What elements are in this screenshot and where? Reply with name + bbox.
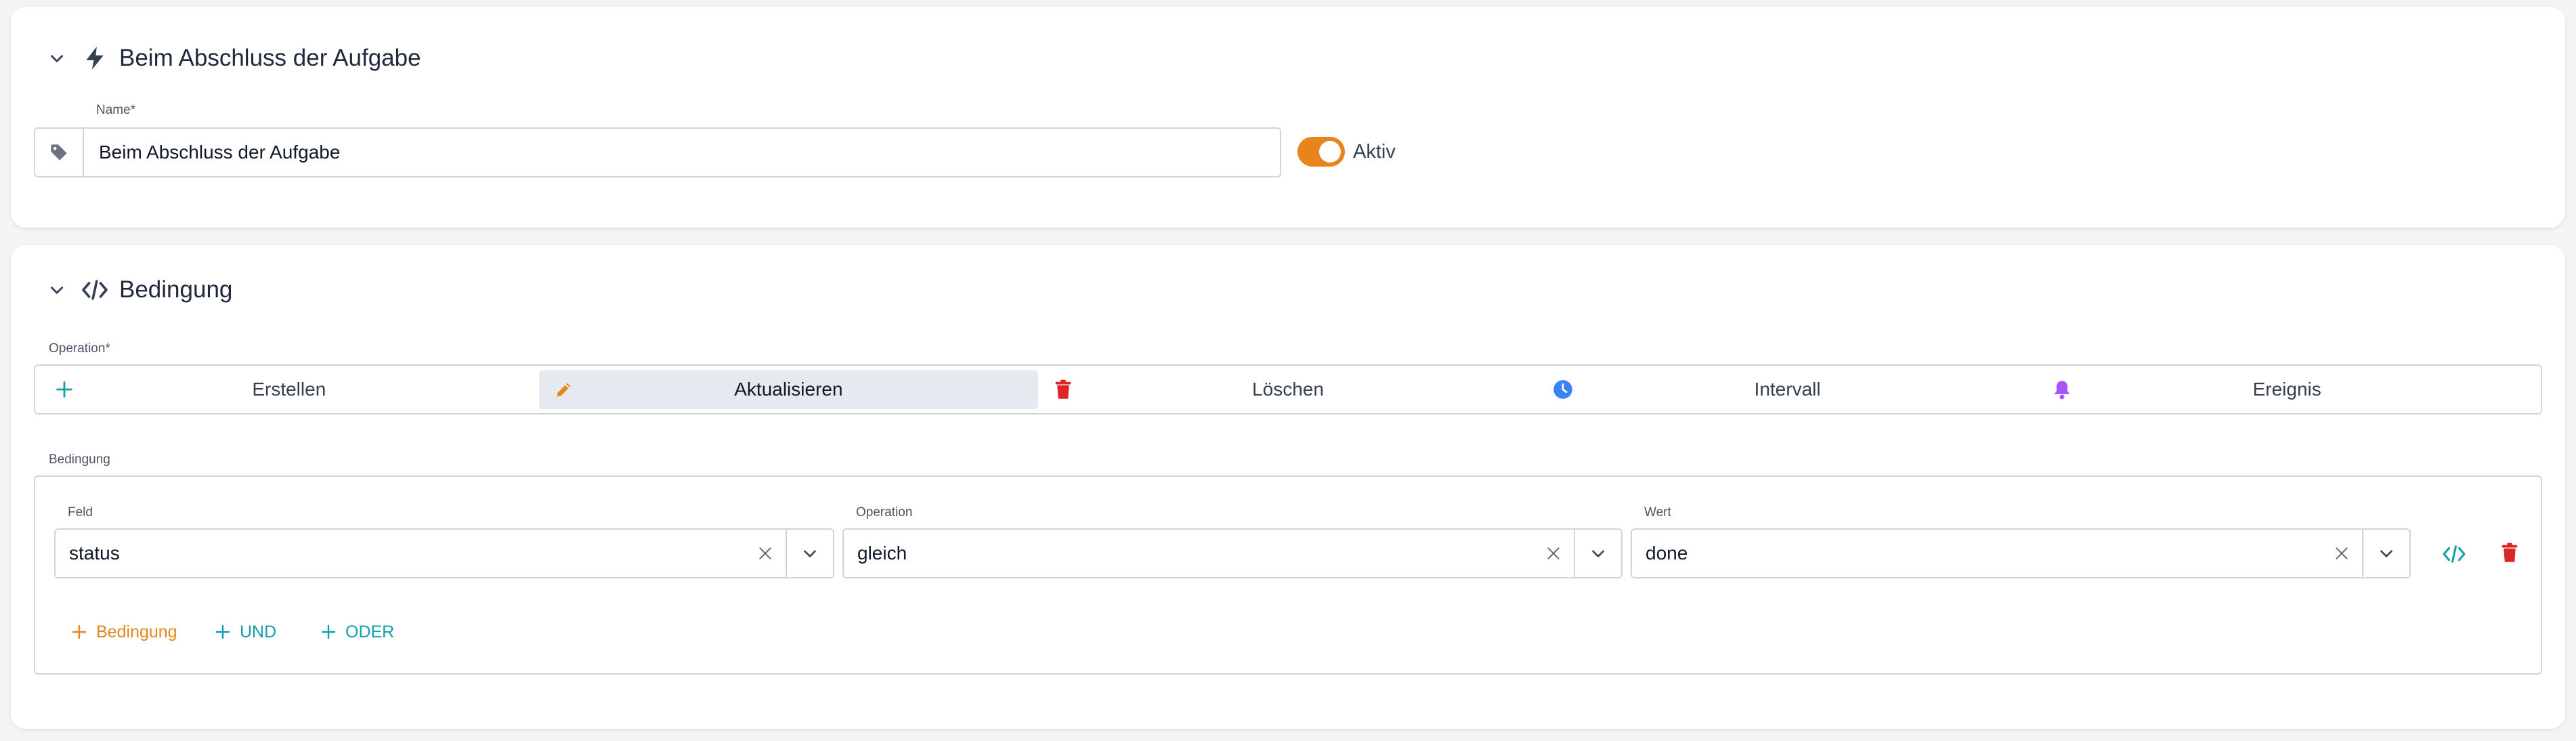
add-condition-label: Bedingung [96,622,177,641]
condition-builder: Feld status Operation gleich Wert done B… [34,475,2542,675]
field-select[interactable]: status [54,528,834,578]
chevron-down-icon[interactable] [43,276,70,303]
add-condition-button[interactable]: Bedingung [69,622,177,642]
value-select-value: done [1646,543,1688,564]
plus-icon [53,378,76,401]
code-toggle-button[interactable] [2441,541,2468,568]
chevron-down-icon[interactable] [786,530,833,577]
name-label: Name* [96,103,136,117]
operation-segmented-control: Erstellen Aktualisieren Löschen Interval… [34,364,2542,415]
field-label: Feld [68,505,93,520]
close-icon[interactable] [745,530,786,577]
active-label: Aktiv [1353,140,1396,163]
rule-operation-label: Operation [856,505,913,520]
trash-icon [2501,543,2518,566]
plus-icon [318,622,339,642]
op-label: Aktualisieren [734,379,843,400]
active-toggle-group[interactable]: Aktiv [1297,137,1396,167]
op-label: Erstellen [252,379,326,400]
chevron-down-icon[interactable] [43,45,70,72]
close-icon[interactable] [1533,530,1574,577]
close-icon[interactable] [2321,530,2362,577]
trigger-card: Beim Abschluss der Aufgabe Name* Beim Ab… [11,7,2565,228]
operation-select[interactable]: gleich [842,528,1623,578]
name-field[interactable]: Beim Abschluss der Aufgabe [34,127,1281,177]
op-label: Intervall [1754,379,1821,400]
trigger-section-header[interactable]: Beim Abschluss der Aufgabe [43,43,421,73]
trigger-title: Beim Abschluss der Aufgabe [119,45,421,71]
condition-card: Bedingung Operation* Erstellen Aktualisi… [11,245,2565,729]
add-or-label: ODER [345,622,395,641]
op-segment-intervall[interactable]: Intervall [1538,370,2038,409]
condition-label: Bedingung [49,452,110,467]
pencil-icon [553,378,576,401]
op-segment-ereignis[interactable]: Ereignis [2037,370,2537,409]
op-label: Ereignis [2252,379,2321,400]
chevron-down-icon[interactable] [2362,530,2409,577]
clock-icon [1551,378,1574,401]
value-label: Wert [1644,505,1671,520]
delete-rule-button[interactable] [2496,541,2523,568]
condition-section-header[interactable]: Bedingung [43,275,232,305]
bolt-icon [80,43,110,73]
plus-icon [213,622,233,642]
trash-icon [1052,378,1075,401]
op-segment-aktualisieren[interactable]: Aktualisieren [538,370,1039,409]
add-or-button[interactable]: ODER [318,622,394,642]
toggle-knob [1319,141,1341,163]
op-segment-loeschen[interactable]: Löschen [1038,370,1538,409]
add-and-label: UND [240,622,277,641]
add-and-button[interactable]: UND [213,622,276,642]
active-toggle[interactable] [1297,137,1345,167]
op-label: Löschen [1252,379,1324,400]
plus-icon [69,622,89,642]
chevron-down-icon[interactable] [1574,530,1621,577]
op-segment-erstellen[interactable]: Erstellen [39,370,539,409]
name-input-value[interactable]: Beim Abschluss der Aufgabe [84,129,1280,176]
value-select[interactable]: done [1631,528,2411,578]
operation-label: Operation* [49,341,110,356]
code-icon [80,275,110,305]
condition-title: Bedingung [119,276,233,303]
field-select-value: status [69,543,120,564]
bell-icon [2051,378,2074,401]
operation-select-value: gleich [857,543,907,564]
tag-icon [35,129,84,176]
